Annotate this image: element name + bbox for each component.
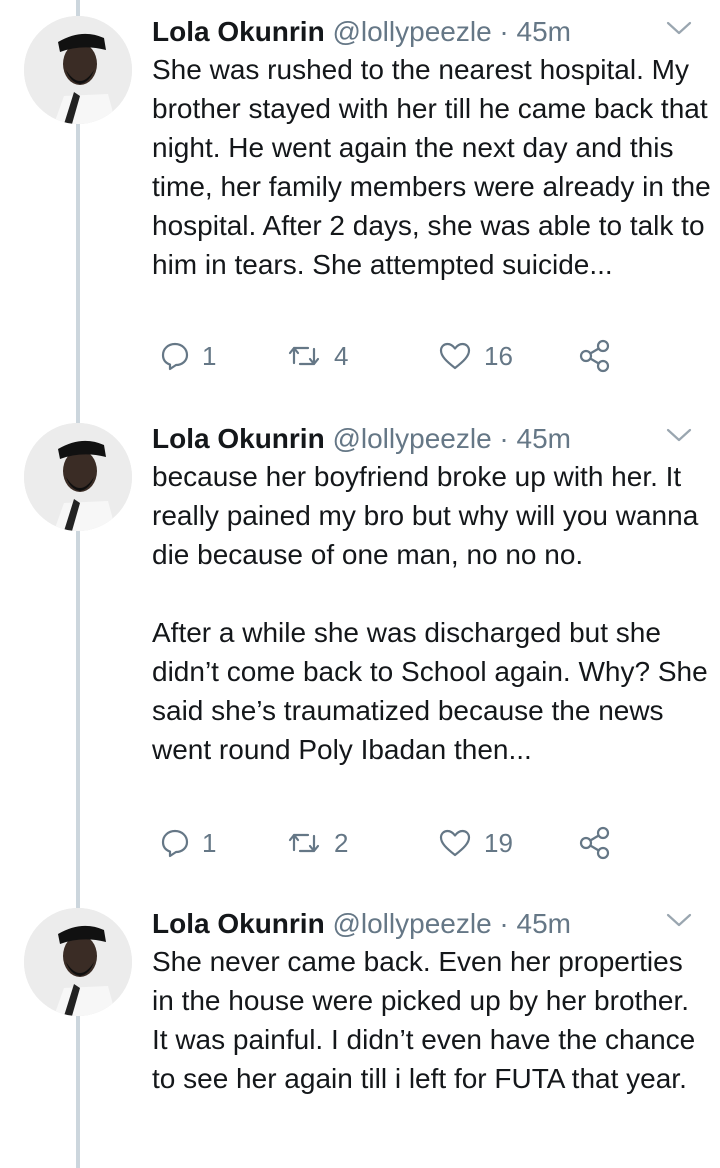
author-name[interactable]: Lola Okunrin <box>152 423 325 454</box>
separator: · <box>499 423 509 454</box>
timestamp[interactable]: 45m <box>517 908 571 939</box>
retweet-icon <box>288 346 320 366</box>
tweet-actions: 1 4 16 <box>152 336 672 376</box>
like-button[interactable]: 19 <box>438 823 513 863</box>
avatar-image <box>24 908 132 1016</box>
tweet-header: Lola Okunrin @lollypeezle · 45m <box>152 421 571 457</box>
tweet-paragraph: She was rushed to the nearest hospital. … <box>152 54 711 280</box>
timestamp[interactable]: 45m <box>517 16 571 47</box>
separator: · <box>499 16 509 47</box>
tweet-actions: 1 2 19 <box>152 823 672 863</box>
author-handle[interactable]: @lollypeezle <box>332 423 491 454</box>
avatar-image <box>24 16 132 124</box>
share-icon <box>579 339 610 373</box>
reply-count: 1 <box>202 340 217 371</box>
reply-icon <box>161 829 189 858</box>
tweet-header: Lola Okunrin @lollypeezle · 45m <box>152 14 571 50</box>
reply-count: 1 <box>202 827 217 858</box>
tweet-header: Lola Okunrin @lollypeezle · 45m <box>152 906 571 942</box>
chevron-down-icon[interactable] <box>666 427 692 443</box>
heart-icon <box>439 829 471 857</box>
share-button[interactable] <box>578 823 612 863</box>
avatar[interactable] <box>24 16 132 124</box>
chevron-down-icon[interactable] <box>666 912 692 928</box>
like-button[interactable]: 16 <box>438 336 513 376</box>
retweet-button[interactable]: 4 <box>286 336 348 376</box>
author-name[interactable]: Lola Okunrin <box>152 908 325 939</box>
reply-button[interactable]: 1 <box>160 823 216 863</box>
avatar-image <box>24 423 132 531</box>
tweet-text: She was rushed to the nearest hospital. … <box>152 50 712 284</box>
avatar[interactable] <box>24 423 132 531</box>
share-button[interactable] <box>578 336 612 376</box>
like-count: 16 <box>484 340 513 371</box>
reply-icon <box>161 342 189 371</box>
author-name[interactable]: Lola Okunrin <box>152 16 325 47</box>
tweet-text: because her boyfriend broke up with her.… <box>152 457 712 769</box>
tweet[interactable]: Lola Okunrin @lollypeezle · 45m She was … <box>0 6 720 406</box>
heart-icon <box>439 342 471 370</box>
author-handle[interactable]: @lollypeezle <box>332 908 491 939</box>
tweet-paragraph: After a while she was discharged but she… <box>152 617 708 765</box>
avatar[interactable] <box>24 908 132 1016</box>
share-icon <box>579 826 610 860</box>
author-handle[interactable]: @lollypeezle <box>332 16 491 47</box>
timestamp[interactable]: 45m <box>517 423 571 454</box>
chevron-down-icon[interactable] <box>666 20 692 36</box>
tweet[interactable]: Lola Okunrin @lollypeezle · 45m because … <box>0 413 720 893</box>
tweet-paragraph: because her boyfriend broke up with her.… <box>152 461 699 570</box>
tweet-text: She never came back. Even her properties… <box>152 942 712 1098</box>
separator: · <box>499 908 509 939</box>
tweet[interactable]: Lola Okunrin @lollypeezle · 45m She neve… <box>0 898 720 1168</box>
tweet-paragraph: She never came back. Even her properties… <box>152 946 696 1094</box>
retweet-count: 2 <box>334 827 349 858</box>
like-count: 19 <box>484 827 513 858</box>
retweet-button[interactable]: 2 <box>286 823 348 863</box>
retweet-count: 4 <box>334 340 349 371</box>
retweet-icon <box>288 833 320 853</box>
reply-button[interactable]: 1 <box>160 336 216 376</box>
